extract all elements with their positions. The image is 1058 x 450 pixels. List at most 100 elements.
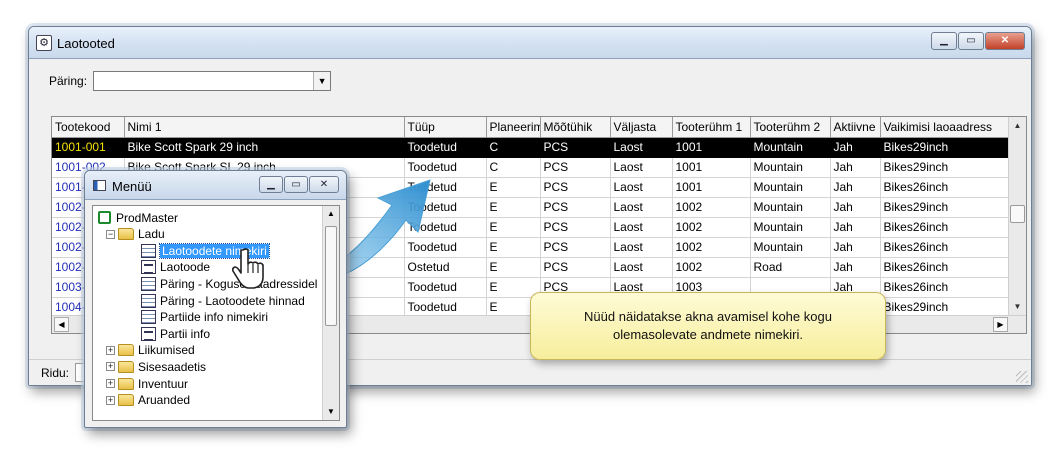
- column-header[interactable]: Väljasta: [610, 117, 673, 138]
- table-cell[interactable]: Mountain: [750, 217, 831, 238]
- table-cell[interactable]: Jah: [830, 157, 881, 178]
- table-cell[interactable]: PCS: [540, 137, 611, 158]
- table-cell[interactable]: Laost: [610, 137, 673, 158]
- table-cell[interactable]: Toodetud: [404, 277, 487, 298]
- tree-item[interactable]: Partii info: [141, 325, 210, 342]
- product-code-cell[interactable]: 1001-001: [52, 137, 125, 158]
- expand-icon[interactable]: +: [106, 362, 115, 372]
- table-cell[interactable]: Laost: [610, 217, 673, 238]
- tree-item[interactable]: + Aruanded: [106, 392, 190, 409]
- table-cell[interactable]: Jah: [830, 217, 881, 238]
- table-cell[interactable]: Bikes26inch: [880, 277, 1010, 298]
- table-cell[interactable]: Bikes26inch: [880, 217, 1010, 238]
- table-cell[interactable]: E: [486, 257, 541, 278]
- expand-icon[interactable]: +: [106, 395, 115, 405]
- collapse-icon[interactable]: −: [106, 229, 115, 239]
- table-cell[interactable]: Mountain: [750, 157, 831, 178]
- table-cell[interactable]: Mountain: [750, 197, 831, 218]
- menu-close-button[interactable]: ✕: [309, 176, 339, 193]
- table-cell[interactable]: Toodetud: [404, 237, 487, 258]
- menu-tree[interactable]: ProdMaster − Ladu Laotoodete nimekiri Laotoo…: [92, 205, 340, 421]
- table-cell[interactable]: Jah: [830, 137, 881, 158]
- table-cell[interactable]: Mountain: [750, 137, 831, 158]
- scroll-up-arrow-icon[interactable]: ▲: [1009, 117, 1026, 134]
- table-cell[interactable]: 1002: [672, 197, 751, 218]
- table-cell[interactable]: Mountain: [750, 237, 831, 258]
- tree-item[interactable]: + Liikumised: [106, 342, 195, 359]
- table-cell[interactable]: Jah: [830, 197, 881, 218]
- table-cell[interactable]: Toodetud: [404, 157, 487, 178]
- table-cell[interactable]: E: [486, 237, 541, 258]
- table-cell[interactable]: Toodetud: [404, 297, 487, 318]
- table-cell[interactable]: Bikes29inch: [880, 137, 1010, 158]
- column-header[interactable]: Nimi 1: [124, 117, 405, 138]
- table-cell[interactable]: 1001: [672, 157, 751, 178]
- table-cell[interactable]: 1001: [672, 177, 751, 198]
- column-header[interactable]: Tooterühm 2: [750, 117, 831, 138]
- menu-titlebar[interactable]: Menüü ▁ ▭ ✕: [85, 171, 346, 200]
- table-cell[interactable]: Toodetud: [404, 197, 487, 218]
- table-cell[interactable]: PCS: [540, 197, 611, 218]
- resize-grip-icon[interactable]: [1016, 371, 1028, 383]
- tree-item[interactable]: Päring - Laotoodete hinnad: [141, 292, 305, 309]
- table-row[interactable]: 1001-001 Bike Scott Spark 29 inch Toodetud…: [52, 137, 1010, 158]
- table-cell[interactable]: Bikes29inch: [880, 297, 1010, 318]
- scroll-right-arrow-icon[interactable]: ▶: [993, 317, 1008, 332]
- table-cell[interactable]: PCS: [540, 257, 611, 278]
- table-cell[interactable]: E: [486, 177, 541, 198]
- table-cell[interactable]: C: [486, 157, 541, 178]
- tree-vertical-scrollbar[interactable]: ▲ ▼: [322, 206, 339, 420]
- main-titlebar[interactable]: ⚙ Laotooted ▁ ▭ ✕: [29, 27, 1031, 59]
- table-cell[interactable]: 1002: [672, 217, 751, 238]
- table-cell[interactable]: Ostetud: [404, 257, 487, 278]
- tree-item[interactable]: + Inventuur: [106, 375, 188, 392]
- table-cell[interactable]: Laost: [610, 237, 673, 258]
- tree-scroll-thumb[interactable]: [325, 226, 337, 326]
- table-cell[interactable]: E: [486, 217, 541, 238]
- column-header[interactable]: Tüüp: [404, 117, 487, 138]
- column-header[interactable]: Mõõtühik: [540, 117, 611, 138]
- table-cell[interactable]: Bikes26inch: [880, 237, 1010, 258]
- table-cell[interactable]: Bike Scott Spark 29 inch: [124, 137, 405, 158]
- scroll-left-arrow-icon[interactable]: ◀: [54, 317, 69, 332]
- table-cell[interactable]: PCS: [540, 157, 611, 178]
- scroll-thumb[interactable]: [1010, 205, 1025, 223]
- table-cell[interactable]: Laost: [610, 197, 673, 218]
- menu-maximize-button[interactable]: ▭: [284, 176, 308, 193]
- table-cell[interactable]: 1001: [672, 137, 751, 158]
- table-cell[interactable]: Laost: [610, 177, 673, 198]
- expand-icon[interactable]: +: [106, 379, 115, 388]
- tree-item[interactable]: + Sisesaadetis: [106, 358, 206, 375]
- column-header[interactable]: Planeerim: [486, 117, 541, 138]
- tree-item[interactable]: ProdMaster: [98, 209, 178, 226]
- column-header[interactable]: Tootekood: [52, 117, 125, 138]
- table-cell[interactable]: Toodetud: [404, 177, 487, 198]
- table-cell[interactable]: Jah: [830, 177, 881, 198]
- table-cell[interactable]: Mountain: [750, 177, 831, 198]
- chevron-down-icon[interactable]: ▼: [313, 72, 331, 90]
- table-cell[interactable]: E: [486, 197, 541, 218]
- scroll-down-arrow-icon[interactable]: ▼: [1009, 298, 1026, 315]
- tree-item[interactable]: Partiide info nimekiri: [141, 309, 268, 326]
- table-cell[interactable]: Toodetud: [404, 217, 487, 238]
- table-cell[interactable]: 1002: [672, 257, 751, 278]
- menu-minimize-button[interactable]: ▁: [259, 176, 283, 193]
- query-combobox[interactable]: ▼: [93, 71, 332, 91]
- table-cell[interactable]: Laost: [610, 157, 673, 178]
- table-cell[interactable]: Jah: [830, 237, 881, 258]
- table-cell[interactable]: Bikes29inch: [880, 197, 1010, 218]
- scroll-up-arrow-icon[interactable]: ▲: [323, 206, 339, 222]
- minimize-button[interactable]: ▁: [931, 32, 957, 50]
- expand-icon[interactable]: +: [106, 345, 115, 355]
- table-cell[interactable]: C: [486, 137, 541, 158]
- tree-item[interactable]: − Ladu: [106, 226, 165, 243]
- column-header[interactable]: Aktiivne: [830, 117, 881, 138]
- table-cell[interactable]: Toodetud: [404, 137, 487, 158]
- column-header[interactable]: Vaikimisi laoaadress: [880, 117, 1010, 138]
- maximize-button[interactable]: ▭: [958, 32, 984, 50]
- table-cell[interactable]: PCS: [540, 177, 611, 198]
- close-button[interactable]: ✕: [985, 32, 1025, 50]
- table-cell[interactable]: PCS: [540, 237, 611, 258]
- table-cell[interactable]: 1002: [672, 237, 751, 258]
- table-cell[interactable]: PCS: [540, 217, 611, 238]
